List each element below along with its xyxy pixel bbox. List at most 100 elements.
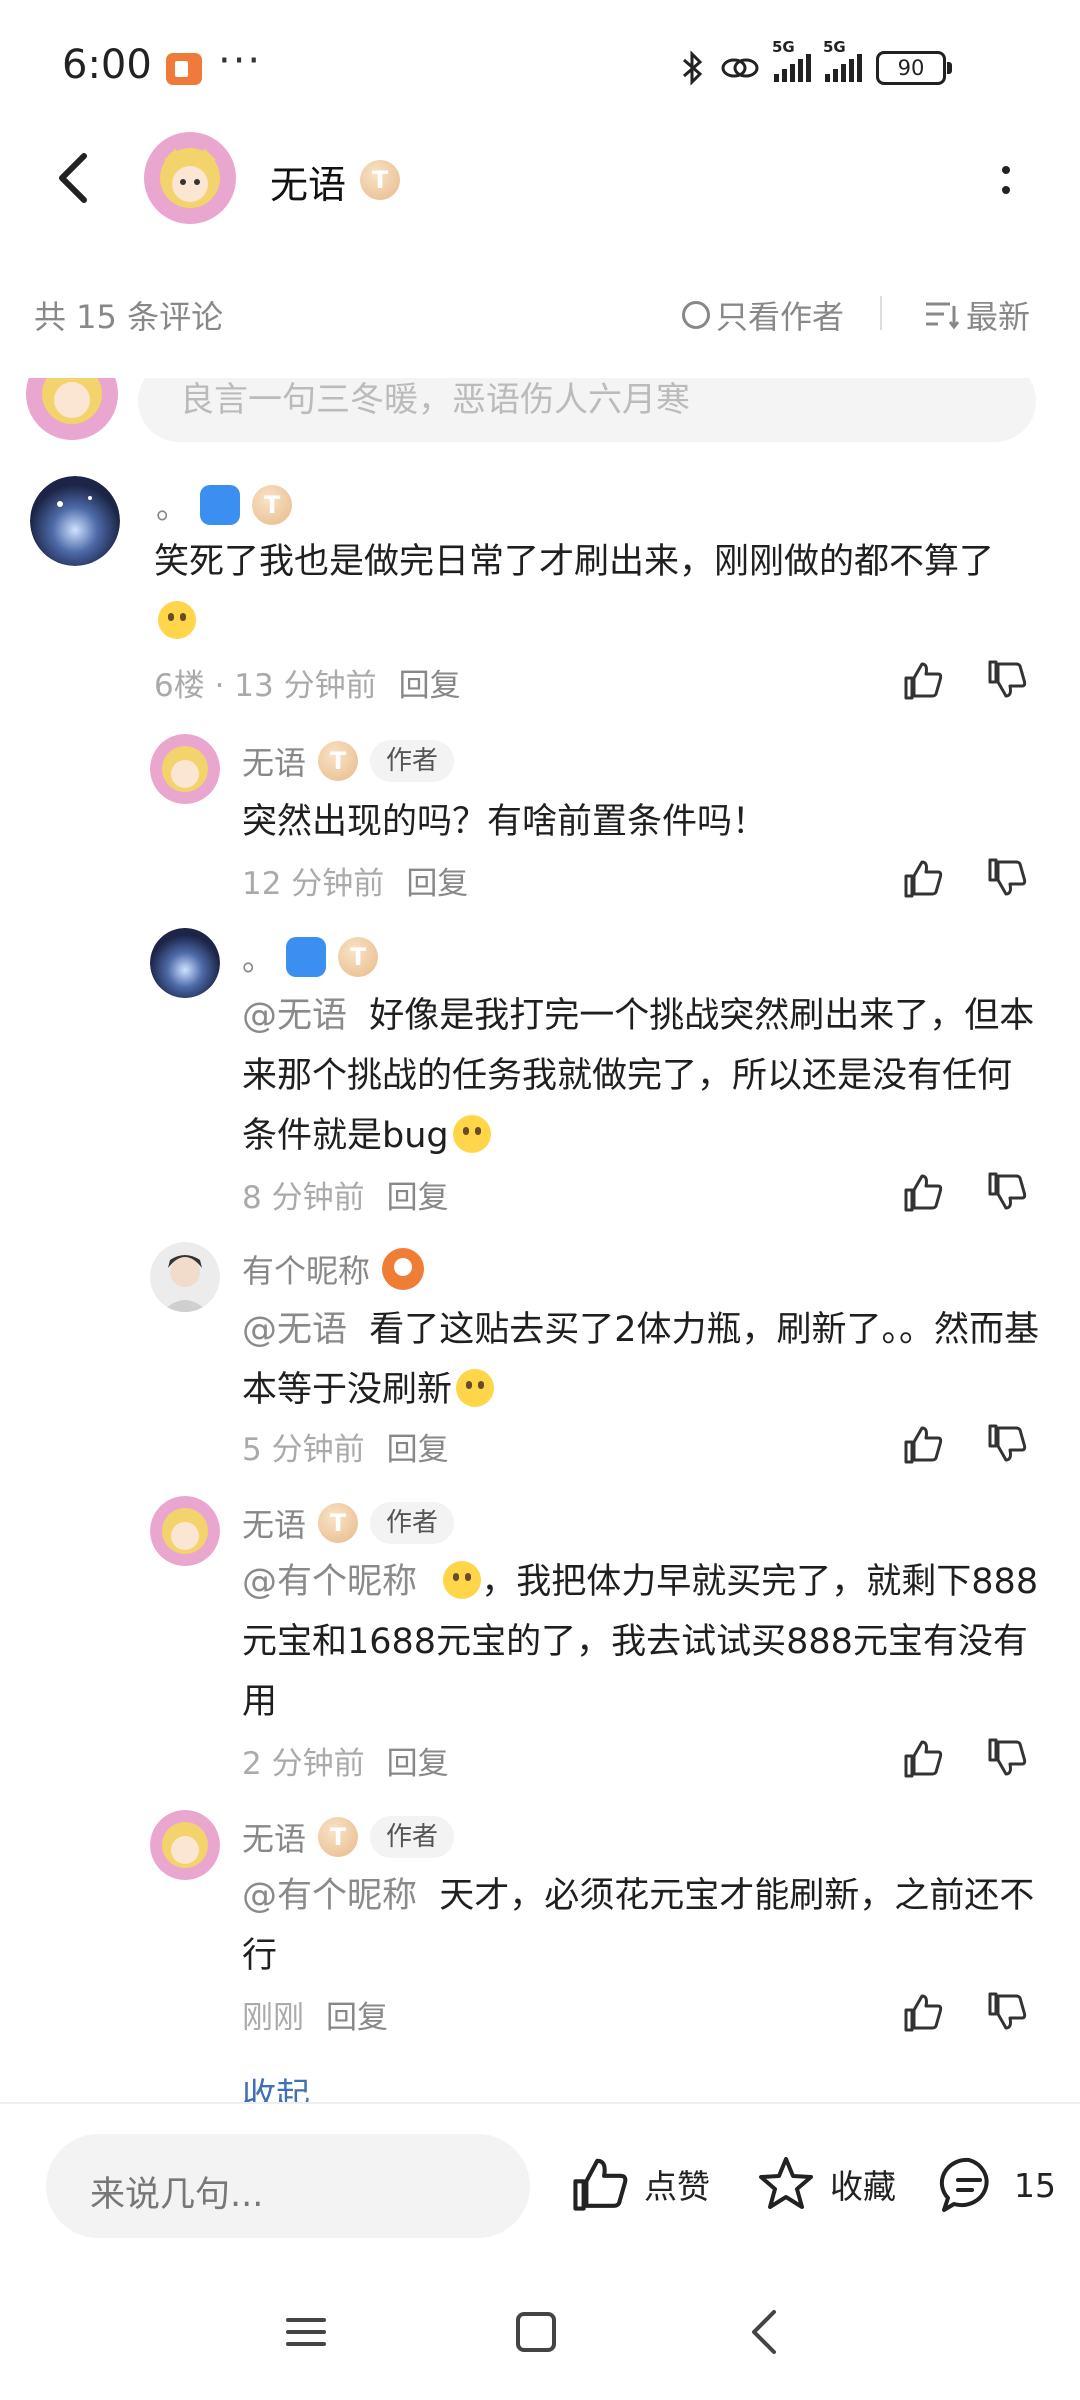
avatar-wuyu[interactable] — [150, 1810, 220, 1880]
medal-badge-icon — [382, 1248, 425, 1290]
comment-1-header: 。 T — [156, 482, 293, 528]
comment-author[interactable]: 有个昵称 — [242, 1246, 370, 1292]
radio-circle-icon — [682, 301, 710, 329]
comment-time: 5 分钟前 — [242, 1432, 365, 1468]
star-icon — [759, 2157, 813, 2209]
thumb-down-icon[interactable] — [984, 1990, 1028, 2034]
reply-button[interactable]: 回复 — [326, 2000, 388, 2036]
avatar-wuyu[interactable] — [150, 1496, 220, 1566]
comment-time: 刚刚 — [242, 2000, 304, 2036]
mention[interactable]: @有个昵称 — [242, 1876, 417, 1916]
comment-1-text: 笑死了我也是做完日常了才刷出来，刚刚做的都不算了 — [154, 532, 1034, 652]
mention[interactable]: @有个昵称 — [242, 1562, 417, 1602]
thumb-up-icon — [573, 2158, 628, 2211]
level-badge: T — [360, 160, 400, 200]
author-tag: 作者 — [370, 740, 455, 782]
back-arrow-icon[interactable] — [46, 148, 106, 208]
avatar-user-portrait[interactable] — [150, 1242, 220, 1312]
sort-label: 最新 — [966, 298, 1031, 336]
like-label: 点赞 — [644, 2167, 710, 2206]
comment-floor-time: 6楼 · 13 分钟前 — [154, 668, 377, 704]
thumb-down-icon[interactable] — [984, 1736, 1028, 1780]
reply-button[interactable]: 回复 — [387, 1432, 449, 1468]
more-vertical-icon[interactable] — [996, 160, 1016, 200]
reply-4-header: 无语 T 作者 — [242, 1500, 455, 1546]
thumb-down-icon[interactable] — [984, 658, 1028, 702]
thumb-up-icon[interactable] — [900, 658, 944, 702]
back-icon[interactable] — [736, 2302, 796, 2362]
author-tag: 作者 — [370, 1816, 455, 1858]
battery-icon: 90 — [876, 51, 952, 85]
reply-button[interactable]: 回复 — [387, 1180, 449, 1216]
reply-button[interactable]: 回复 — [399, 668, 461, 704]
reply-4-text: @有个昵称 ，我把体力早就买完了，就剩下888元宝和1688元宝的了，我去试试买… — [242, 1561, 1039, 1722]
favorite-button[interactable]: 收藏 — [756, 2154, 896, 2214]
thumb-up-icon[interactable] — [900, 1990, 944, 2034]
author-tag: 作者 — [370, 1502, 455, 1544]
comment-author[interactable]: 。 — [242, 934, 274, 980]
reply-5-meta: 刚刚 回复 — [242, 1992, 388, 2037]
collapse-replies-link[interactable]: 收起 — [242, 2068, 310, 2106]
avatar-night-sky[interactable] — [30, 476, 120, 566]
header-title: 无语 — [270, 163, 347, 207]
comment-time: 12 分钟前 — [242, 866, 385, 902]
header-avatar[interactable] — [144, 132, 236, 224]
comment-time: 2 分钟前 — [242, 1746, 365, 1782]
emoji-icon — [456, 1369, 495, 1407]
thumb-down-icon[interactable] — [984, 1422, 1028, 1466]
mention[interactable]: @无语 — [242, 996, 347, 1036]
reply-2-header: 。 T — [242, 934, 379, 980]
comment-1-meta: 6楼 · 13 分钟前 回复 — [154, 660, 461, 705]
comment-author[interactable]: 无语 — [242, 1500, 306, 1546]
gamepad-badge-icon — [286, 937, 327, 977]
comment-author[interactable]: 无语 — [242, 738, 306, 784]
sort-list-icon — [926, 302, 960, 330]
level-badge: T — [318, 1503, 359, 1543]
signal-icon-1: 5G — [772, 38, 811, 82]
favorite-label: 收藏 — [830, 2167, 896, 2206]
avatar-night-sky[interactable] — [150, 928, 220, 998]
bluetooth-icon — [683, 50, 703, 86]
thumb-up-icon[interactable] — [900, 1736, 944, 1780]
comment-author[interactable]: 。 — [156, 482, 188, 528]
signal-icon-2: 5G — [823, 38, 862, 82]
thumb-up-icon[interactable] — [900, 1422, 944, 1466]
author-only-label: 只看作者 — [716, 298, 845, 336]
comment-time: 8 分钟前 — [242, 1180, 365, 1216]
thumb-down-icon[interactable] — [984, 1170, 1028, 1214]
reply-1-text: 突然出现的吗？有啥前置条件吗！ — [242, 802, 768, 842]
reply-button[interactable]: 回复 — [387, 1746, 449, 1782]
thumb-up-icon[interactable] — [900, 856, 944, 900]
bottom-comment-placeholder: 来说几句... — [90, 2175, 264, 2215]
comment-count: 15 — [1014, 2165, 1056, 2205]
level-badge: T — [252, 485, 293, 525]
sort-newest-button-top[interactable]: 最新 — [924, 292, 1030, 338]
thumb-down-icon[interactable] — [984, 856, 1028, 900]
comment-author[interactable]: 无语 — [242, 1814, 306, 1860]
author-only-toggle-top[interactable]: 只看作者 — [682, 292, 844, 338]
reply-3-meta: 5 分钟前 回复 — [242, 1424, 449, 1469]
reply-1-meta: 12 分钟前 回复 — [242, 858, 468, 903]
menu-icon[interactable] — [276, 2302, 336, 2362]
thumb-up-icon[interactable] — [900, 1170, 944, 1214]
emoji-icon — [452, 1115, 491, 1153]
status-time: 6:00 — [62, 42, 152, 88]
gamepad-badge-icon — [200, 485, 241, 525]
mention[interactable]: @无语 — [242, 1310, 347, 1350]
reply-5-header: 无语 T 作者 — [242, 1814, 455, 1860]
avatar-wuyu[interactable] — [150, 734, 220, 804]
comments-button[interactable]: 15 — [938, 2154, 1056, 2216]
status-icons: 5G 5G 90 — [680, 38, 952, 88]
emoji-icon — [443, 1561, 482, 1599]
reply-5-text: @有个昵称 天才，必须花元宝才能刷新，之前还不行 — [242, 1876, 1035, 1976]
more-notifications-icon: ··· — [218, 38, 263, 84]
emoji-icon — [158, 601, 196, 639]
comment-count-label-top: 共 15 条评论 — [34, 298, 224, 336]
reply-3-header: 有个昵称 — [242, 1246, 425, 1292]
like-button[interactable]: 点赞 — [570, 2154, 710, 2214]
reply-2-text: @无语 好像是我打完一个挑战突然刷出来了，但本来那个挑战的任务我就做完了，所以还… — [242, 996, 1035, 1156]
comment-input-placeholder: 良言一句三冬暖，恶语伤人六月寒 — [180, 380, 690, 420]
home-icon[interactable] — [506, 2302, 566, 2362]
reply-2-meta: 8 分钟前 回复 — [242, 1172, 449, 1217]
reply-button[interactable]: 回复 — [406, 866, 468, 902]
